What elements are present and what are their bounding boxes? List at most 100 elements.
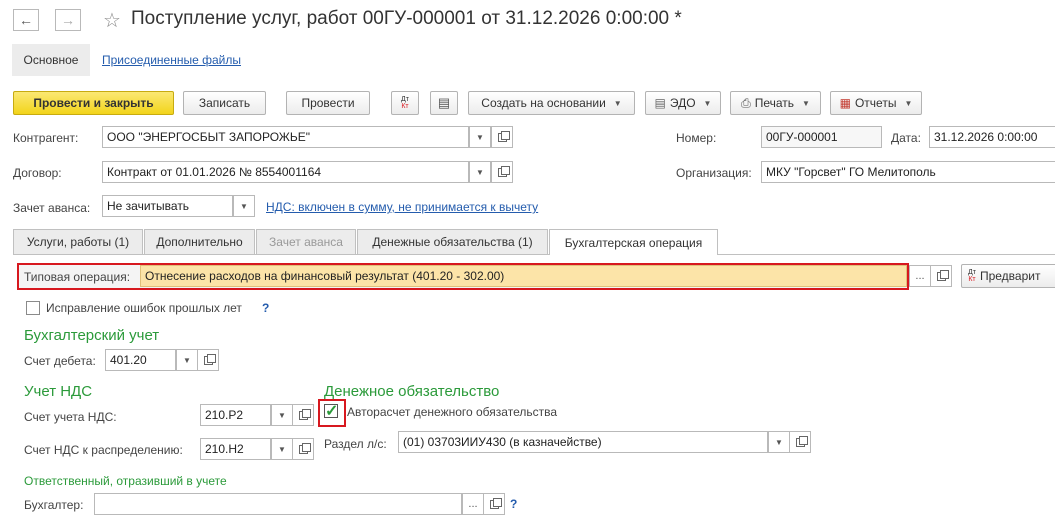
obligation-title: Денежное обязательство <box>324 383 500 400</box>
ellipsis-icon: ... <box>468 498 478 510</box>
counterparty-dropdown[interactable]: ▼ <box>469 126 491 148</box>
create-based-on-button[interactable]: Создать на основании ▼ <box>468 91 635 115</box>
printer-icon: ⎙ <box>741 95 751 110</box>
counterparty-open-button[interactable] <box>491 126 513 148</box>
accounting-title: Бухгалтерский учет <box>24 327 160 344</box>
account-section-dropdown[interactable]: ▼ <box>768 431 790 453</box>
debit-field[interactable]: 401.20 <box>105 349 176 371</box>
post-and-close-button[interactable]: Провести и закрыть <box>13 91 174 115</box>
tab-services[interactable]: Услуги, работы (1) <box>13 229 143 254</box>
contract-open-button[interactable] <box>491 161 513 183</box>
vat-account-dropdown[interactable]: ▼ <box>271 404 293 426</box>
accountant-label: Бухгалтер: <box>24 498 84 512</box>
advance-field[interactable]: Не зачитывать <box>102 195 233 217</box>
contract-dropdown[interactable]: ▼ <box>469 161 491 183</box>
vat-distribution-field[interactable]: 210.Н2 <box>200 438 271 460</box>
report-button[interactable]: ▤ <box>430 91 458 115</box>
highlight-box-operation <box>17 263 909 290</box>
operation-select-button[interactable]: ... <box>909 265 931 287</box>
account-section-field[interactable]: (01) 03703ИИУ430 (в казначействе) <box>398 431 768 453</box>
chevron-down-icon: ▼ <box>613 98 622 108</box>
vat-link[interactable]: НДС: включен в сумму, не принимается к в… <box>266 200 538 214</box>
corrections-checkbox[interactable] <box>26 301 40 315</box>
tab-monetary-obligations[interactable]: Денежные обязательства (1) <box>357 229 548 254</box>
section-main[interactable]: Основное <box>12 44 90 76</box>
open-icon <box>203 353 216 365</box>
back-button[interactable]: ← <box>13 9 39 31</box>
accountant-help-icon[interactable]: ? <box>510 497 517 511</box>
tab-accounting-operation[interactable]: Бухгалтерская операция <box>549 229 718 255</box>
page-title: Поступление услуг, работ 00ГУ-000001 от … <box>131 8 682 29</box>
chevron-down-icon: ▼ <box>183 355 191 365</box>
chevron-down-icon: ▼ <box>802 98 810 108</box>
vat-distribution-open-button[interactable] <box>292 438 314 460</box>
chevron-down-icon: ▼ <box>278 444 286 454</box>
star-icon[interactable]: ☆ <box>103 8 121 33</box>
number-field[interactable]: 00ГУ-000001 <box>761 126 882 148</box>
edo-label: ЭДО <box>669 96 696 110</box>
vat-distribution-dropdown[interactable]: ▼ <box>271 438 293 460</box>
counterparty-field[interactable]: ООО "ЭНЕРГОСБЫТ ЗАПОРОЖЬЕ" <box>102 126 469 148</box>
forward-button[interactable]: → <box>55 9 81 31</box>
chart-icon: ▦ <box>839 96 851 110</box>
arrow-right-icon: → <box>61 12 75 28</box>
section-attached-files[interactable]: Присоединенные файлы <box>102 53 241 67</box>
organization-field[interactable]: МКУ "Горсвет" ГО Мелитополь <box>761 161 1055 183</box>
ellipsis-icon: ... <box>915 270 925 282</box>
vat-account-label: Счет учета НДС: <box>24 410 117 424</box>
date-label: Дата: <box>891 131 921 145</box>
open-icon <box>298 442 311 454</box>
debit-label: Счет дебета: <box>24 354 96 368</box>
open-icon <box>489 497 502 509</box>
dt-kt-icon: Дт Кт <box>401 96 409 110</box>
print-button[interactable]: ⎙ Печать ▼ <box>730 91 821 115</box>
contract-field[interactable]: Контракт от 01.01.2026 № 8554001164 <box>102 161 469 183</box>
dt-kt-icon: Дт Кт <box>968 269 976 283</box>
open-icon <box>497 165 510 177</box>
preview-label: Предварит <box>979 269 1041 283</box>
chevron-down-icon: ▼ <box>476 167 484 177</box>
account-section-open-button[interactable] <box>789 431 811 453</box>
vat-title: Учет НДС <box>24 383 93 400</box>
open-icon <box>298 408 311 420</box>
accountant-open-button[interactable] <box>483 493 505 515</box>
edo-button[interactable]: ▤ ЭДО ▼ <box>645 91 721 115</box>
chevron-down-icon: ▼ <box>278 410 286 420</box>
date-field[interactable]: 31.12.2026 0:00:00 <box>929 126 1055 148</box>
corrections-help-icon[interactable]: ? <box>262 301 269 315</box>
create-based-on-label: Создать на основании <box>481 96 606 110</box>
chevron-down-icon: ▼ <box>904 98 913 108</box>
organization-label: Организация: <box>676 166 752 180</box>
number-label: Номер: <box>676 131 717 145</box>
save-button[interactable]: Записать <box>183 91 266 115</box>
print-label: Печать <box>754 96 794 110</box>
contract-label: Договор: <box>13 166 62 180</box>
tab-divider <box>13 254 1055 255</box>
chevron-down-icon: ▼ <box>240 201 248 211</box>
preview-button[interactable]: Дт Кт Предварит <box>961 264 1055 288</box>
operation-open-button[interactable] <box>930 265 952 287</box>
vat-distribution-label: Счет НДС к распределению: <box>24 443 183 457</box>
reports-button[interactable]: ▦ Отчеты ▼ <box>830 91 922 115</box>
advance-dropdown[interactable]: ▼ <box>233 195 255 217</box>
tab-additional[interactable]: Дополнительно <box>144 229 255 254</box>
post-button[interactable]: Провести <box>286 91 370 115</box>
accountant-field[interactable] <box>94 493 462 515</box>
debit-open-button[interactable] <box>197 349 219 371</box>
open-icon <box>795 435 808 447</box>
responsible-title: Ответственный, отразивший в учете <box>24 474 227 488</box>
debit-dropdown[interactable]: ▼ <box>176 349 198 371</box>
highlight-box-checkbox <box>318 399 346 427</box>
accountant-select-button[interactable]: ... <box>462 493 484 515</box>
auto-calc-label: Авторасчет денежного обязательства <box>347 405 558 419</box>
reports-label: Отчеты <box>854 96 897 110</box>
dt-kt-button[interactable]: Дт Кт <box>391 91 419 115</box>
corrections-label: Исправление ошибок прошлых лет <box>46 301 242 315</box>
arrow-left-icon: ← <box>19 12 33 28</box>
open-icon <box>497 130 510 142</box>
chevron-down-icon: ▼ <box>476 132 484 142</box>
vat-account-field[interactable]: 210.Р2 <box>200 404 271 426</box>
vat-account-open-button[interactable] <box>292 404 314 426</box>
tab-advance-offset[interactable]: Зачет аванса <box>256 229 356 254</box>
chevron-down-icon: ▼ <box>775 437 783 447</box>
